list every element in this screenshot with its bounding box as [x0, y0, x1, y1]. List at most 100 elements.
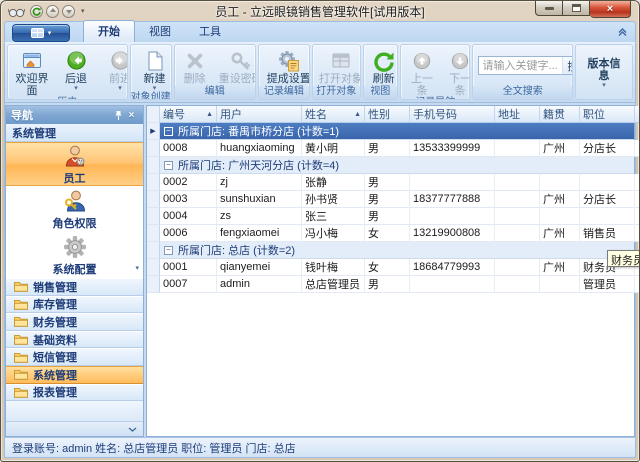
- commission-settings-button[interactable]: 提成设置: [261, 46, 310, 86]
- cell[interactable]: 0007: [160, 276, 217, 293]
- cell[interactable]: [495, 191, 540, 208]
- collapse-ribbon-icon[interactable]: [617, 26, 629, 38]
- search-input[interactable]: [479, 60, 562, 72]
- cell[interactable]: 女: [365, 225, 410, 242]
- search-go-button[interactable]: 搜!: [562, 57, 573, 74]
- minimize-button[interactable]: [535, 1, 563, 16]
- cell[interactable]: 男: [365, 174, 410, 191]
- back-button[interactable]: 后退 ▾: [54, 46, 98, 97]
- cell[interactable]: 冯小梅: [302, 225, 365, 242]
- group-row[interactable]: ▶−所属门店: 番禺市桥分店 (计数=1): [147, 123, 634, 140]
- cell[interactable]: huangxiaoming: [217, 140, 302, 157]
- cell[interactable]: qianyemei: [217, 259, 302, 276]
- table-row[interactable]: 0006fengxiaomei冯小梅女13219900808 广州销售员: [147, 225, 634, 242]
- cell[interactable]: 0006: [160, 225, 217, 242]
- cell[interactable]: [495, 276, 540, 293]
- cell[interactable]: [410, 174, 495, 191]
- cell[interactable]: 13533399999: [410, 140, 495, 157]
- cell[interactable]: [540, 174, 580, 191]
- cell[interactable]: [580, 174, 635, 191]
- sidebar-folder-item-3[interactable]: 基础资料: [6, 331, 143, 349]
- table-row[interactable]: 0003sunshuxian孙书贤男18377777888 广州分店长: [147, 191, 634, 208]
- table-row[interactable]: 0002zj张静男: [147, 174, 634, 191]
- cell[interactable]: 18377777888: [410, 191, 495, 208]
- cell[interactable]: fengxiaomei: [217, 225, 302, 242]
- cell[interactable]: 广州: [540, 225, 580, 242]
- sidebar-folder-item-2[interactable]: 财务管理: [6, 313, 143, 331]
- restore-button[interactable]: [563, 1, 590, 16]
- new-button[interactable]: 新建 ▾: [133, 46, 172, 92]
- next-record-button[interactable]: 下一条: [441, 46, 470, 97]
- open-object-button[interactable]: 打开对象: [315, 46, 361, 86]
- cell[interactable]: 分店长: [580, 140, 635, 157]
- column-header-3[interactable]: 性别: [365, 106, 410, 123]
- cell[interactable]: [495, 140, 540, 157]
- cell[interactable]: 0003: [160, 191, 217, 208]
- cell[interactable]: [410, 276, 495, 293]
- sidebar-folder-item-5[interactable]: 系统管理: [6, 366, 143, 384]
- tab-view[interactable]: 视图: [135, 21, 185, 42]
- close-icon[interactable]: ×: [125, 109, 138, 122]
- sidebar-folder-item-6[interactable]: 报表管理: [6, 384, 143, 402]
- sidebar-item-employee[interactable]: 员工: [6, 142, 143, 186]
- cell[interactable]: [495, 174, 540, 191]
- reset-password-button[interactable]: 重设密码: [213, 46, 256, 86]
- forward-button[interactable]: 前进 ▾: [98, 46, 128, 97]
- cell[interactable]: [495, 225, 540, 242]
- cell[interactable]: [580, 208, 635, 225]
- chevron-down-icon[interactable]: ▾: [135, 264, 139, 272]
- sidebar-folder-item-4[interactable]: 短信管理: [6, 348, 143, 366]
- previous-record-button[interactable]: 上一条: [403, 46, 441, 97]
- cell[interactable]: 销售员: [580, 225, 635, 242]
- collapse-group-icon[interactable]: −: [164, 127, 173, 136]
- column-header-1[interactable]: 用户: [217, 106, 302, 123]
- close-button[interactable]: ×: [590, 1, 631, 18]
- sidebar-folder-item-1[interactable]: 库存管理: [6, 296, 143, 314]
- cell[interactable]: 张静: [302, 174, 365, 191]
- cell[interactable]: [540, 208, 580, 225]
- group-row-label[interactable]: −所属门店: 总店 (计数=2): [160, 242, 634, 259]
- cell[interactable]: 张三: [302, 208, 365, 225]
- cell[interactable]: 男: [365, 191, 410, 208]
- cell[interactable]: 广州: [540, 140, 580, 157]
- nav-configure-buttons[interactable]: [6, 421, 143, 436]
- cell[interactable]: 黄小明: [302, 140, 365, 157]
- cell[interactable]: sunshuxian: [217, 191, 302, 208]
- cell[interactable]: 女: [365, 259, 410, 276]
- column-header-6[interactable]: 籍贯: [540, 106, 580, 123]
- collapse-group-icon[interactable]: −: [164, 246, 173, 255]
- cell[interactable]: 管理员: [580, 276, 635, 293]
- welcome-screen-button[interactable]: 欢迎界面: [10, 46, 54, 97]
- cell[interactable]: 0004: [160, 208, 217, 225]
- column-header-4[interactable]: 手机号码: [410, 106, 495, 123]
- group-row[interactable]: −所属门店: 广州天河分店 (计数=4): [147, 157, 634, 174]
- cell[interactable]: 18684779993: [410, 259, 495, 276]
- cell[interactable]: 男: [365, 276, 410, 293]
- cell[interactable]: 总店管理员: [302, 276, 365, 293]
- cell[interactable]: 男: [365, 140, 410, 157]
- column-header-5[interactable]: 地址: [495, 106, 540, 123]
- cell[interactable]: 分店长: [580, 191, 635, 208]
- refresh-button[interactable]: 刷新: [366, 46, 398, 86]
- group-row-label[interactable]: −所属门店: 广州天河分店 (计数=4): [160, 157, 634, 174]
- cell[interactable]: [410, 208, 495, 225]
- table-row[interactable]: 0001qianyemei钱叶梅女18684779993广州财务员: [147, 259, 634, 276]
- table-row[interactable]: 0004zs张三男: [147, 208, 634, 225]
- delete-button[interactable]: 删除: [177, 46, 213, 86]
- column-header-0[interactable]: 编号▲: [160, 106, 217, 123]
- column-header-2[interactable]: 姓名▲: [302, 106, 365, 123]
- table-row[interactable]: 0007admin总店管理员男 管理员: [147, 276, 634, 293]
- cell[interactable]: admin: [217, 276, 302, 293]
- column-header-7[interactable]: 职位: [580, 106, 635, 123]
- cell[interactable]: 13219900808: [410, 225, 495, 242]
- cell[interactable]: 0001: [160, 259, 217, 276]
- cell[interactable]: 广州: [540, 191, 580, 208]
- nav-section-header[interactable]: 系统管理: [6, 124, 143, 142]
- cell[interactable]: 孙书贤: [302, 191, 365, 208]
- cell[interactable]: zj: [217, 174, 302, 191]
- cell[interactable]: 男: [365, 208, 410, 225]
- cell[interactable]: 钱叶梅: [302, 259, 365, 276]
- cell[interactable]: [495, 208, 540, 225]
- version-info-button[interactable]: 版本信息 ▾: [582, 56, 626, 89]
- cell[interactable]: [540, 276, 580, 293]
